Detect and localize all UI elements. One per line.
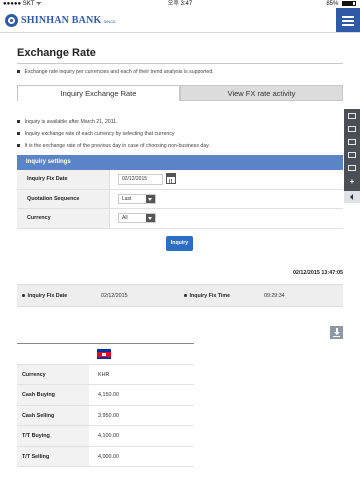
quotation-sequence-select[interactable]: Last — [118, 193, 156, 204]
tab-inquiry-exchange-rate[interactable]: Inquiry Exchange Rate — [17, 85, 180, 101]
plus-icon[interactable]: + — [348, 178, 356, 186]
tab-bar: Inquiry Exchange Rate View FX rate activ… — [17, 85, 343, 101]
collapse-toolbar-button[interactable] — [344, 191, 360, 203]
tab-view-fx-rate-activity[interactable]: View FX rate activity — [180, 85, 343, 101]
table-row: T/T Selling 4,000.00 — [17, 446, 194, 467]
battery-percent: 85% — [326, 1, 339, 7]
cambodia-flag-icon — [97, 349, 111, 359]
title-divider — [17, 63, 343, 64]
rate-label: Cash Buying — [17, 385, 89, 405]
result-fix-time-value: 09:29:34 — [264, 293, 285, 299]
calculator-icon[interactable] — [348, 139, 356, 145]
result-fix-time-label: Inquiry Fix Time — [184, 285, 230, 307]
note-text: Inquiry exchange rate of each currency b… — [24, 131, 175, 137]
bullet-icon — [17, 120, 20, 123]
rate-value: KHR — [98, 371, 110, 378]
bullet-icon — [17, 144, 20, 147]
hamburger-icon — [342, 16, 354, 18]
result-fix-date-label: Inquiry Fix Date — [22, 285, 67, 307]
quotation-sequence-row: Quotation Sequence Last — [17, 189, 343, 209]
table-row: Currency KHR — [17, 364, 194, 385]
clock: 오후 3:47 — [167, 1, 193, 7]
inquiry-button[interactable]: Inquiry — [166, 236, 193, 251]
bank-name: SHINHAN BANK — [21, 14, 102, 26]
note-text: Inquiry is available after March 21, 201… — [24, 119, 118, 125]
rate-value: 4,100.00 — [98, 433, 119, 439]
table-row — [17, 344, 194, 365]
intro-text: Exchange rate inquiry per currencies and… — [17, 69, 214, 75]
download-icon[interactable] — [330, 326, 343, 339]
result-timestamp: 02/12/2015 13:47:05 — [292, 270, 343, 276]
chevron-down-icon — [146, 194, 155, 203]
intro-text-label: Exchange rate inquiry per currencies and… — [24, 69, 214, 75]
inquiry-settings-panel: Inquiry settings Inquiry Fix Date 02/12/… — [17, 155, 343, 229]
fix-date-row: Inquiry Fix Date 02/12/2015 — [17, 170, 343, 190]
notes-list: Inquiry is available after March 21, 201… — [17, 116, 210, 152]
result-fix-date-value: 02/12/2015 — [101, 293, 128, 299]
rate-value: 4,150.00 — [98, 392, 119, 398]
currency-select[interactable]: All — [118, 213, 156, 223]
battery-icon — [342, 0, 356, 6]
table-row: T/T Buying 4,100.00 — [17, 426, 194, 447]
currency-value: All — [122, 215, 128, 221]
hamburger-menu-button[interactable] — [336, 8, 360, 32]
settings-heading: Inquiry settings — [17, 155, 343, 170]
mail-icon[interactable] — [348, 113, 356, 119]
status-bar: ●●●●● SKT ᯤ 오후 3:47 85% — [0, 0, 360, 8]
rate-value: 3,950.00 — [98, 412, 119, 419]
shinhan-logo-icon — [5, 13, 18, 27]
page-title: Exchange Rate — [17, 47, 96, 59]
rate-table: Currency KHR Cash Buying 4,150.00 Cash S… — [17, 343, 194, 467]
fix-date-field[interactable]: 02/12/2015 — [118, 174, 163, 185]
list-item: Inquiry exchange rate of each currency b… — [17, 128, 210, 140]
rate-label: Cash Selling — [17, 405, 89, 425]
app-header: SHINHAN BANK SINCE — [0, 8, 360, 33]
list-item: Inquiry is available after March 21, 201… — [17, 116, 210, 128]
battery-status: 85% — [326, 0, 356, 8]
currency-row: Currency All — [17, 209, 343, 229]
rate-label: Currency — [17, 364, 89, 384]
bullet-icon — [17, 132, 20, 135]
result-info-bar: Inquiry Fix Date 02/12/2015 Inquiry Fix … — [17, 284, 343, 307]
rate-label: T/T Selling — [17, 446, 89, 466]
bank-logo[interactable]: SHINHAN BANK SINCE — [5, 13, 116, 27]
rate-value: 4,000.00 — [98, 453, 119, 460]
list-icon[interactable] — [348, 126, 356, 132]
currency-label: Currency — [17, 209, 109, 228]
side-toolbar: + — [344, 109, 360, 203]
chevron-down-icon — [146, 214, 155, 222]
chart-icon[interactable] — [348, 152, 356, 158]
calendar-icon[interactable] — [166, 173, 176, 184]
note-text: It is the exchange rate of the previous … — [24, 143, 210, 149]
bullet-icon — [17, 70, 20, 73]
table-row: Cash Selling 3,950.00 — [17, 405, 194, 426]
quotation-sequence-value: Last — [122, 195, 132, 202]
quotation-sequence-label: Quotation Sequence — [17, 189, 109, 208]
fix-date-label: Inquiry Fix Date — [17, 170, 109, 189]
table-row: Cash Buying 4,150.00 — [17, 385, 194, 406]
rate-label: T/T Buying — [17, 426, 89, 446]
document-icon[interactable] — [348, 165, 356, 171]
bank-sub: SINCE — [103, 19, 116, 24]
list-item: It is the exchange rate of the previous … — [17, 140, 210, 152]
